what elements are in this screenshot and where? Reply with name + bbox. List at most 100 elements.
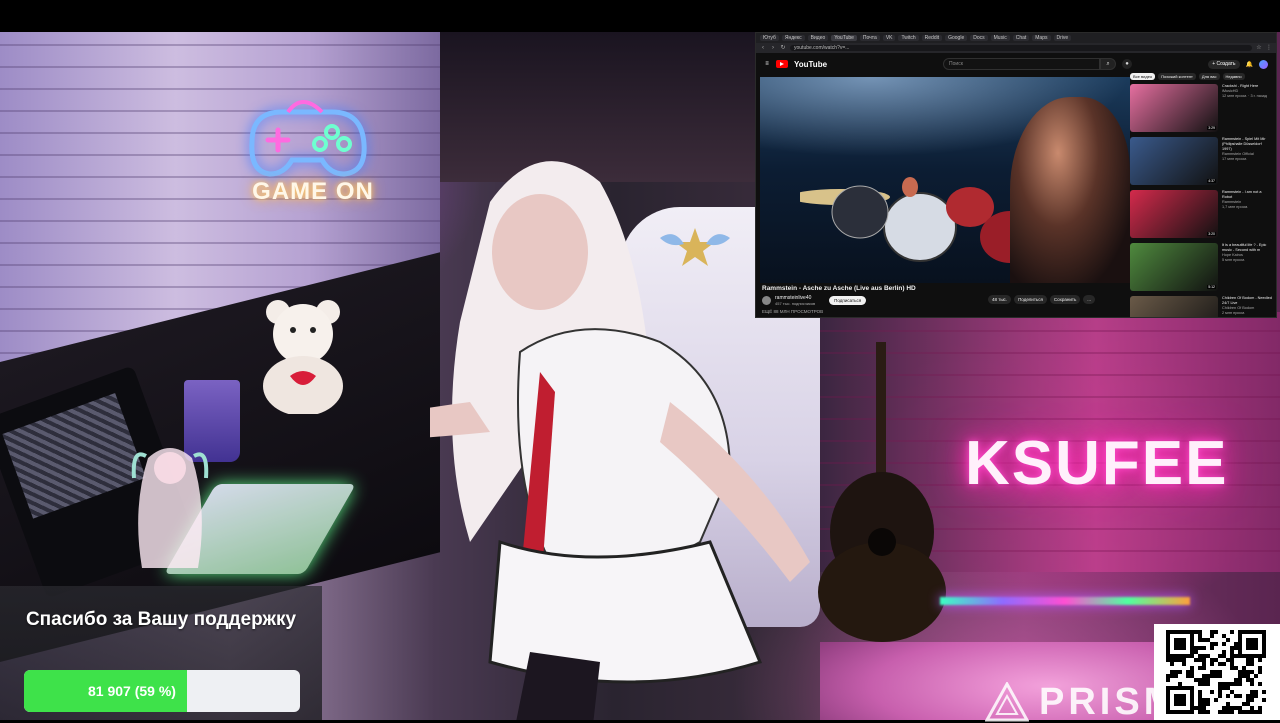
qr-module [1206,698,1210,702]
hamburger-icon[interactable]: ≡ [764,61,770,67]
video-actions: 48 тыс. Поделиться Сохранить... [988,295,1096,304]
qr-module [1234,694,1238,698]
recommendation-thumbnail[interactable]: 3:29 [1130,84,1218,132]
video-player[interactable] [760,77,1130,283]
qr-module [1218,690,1222,694]
back-icon[interactable]: ‹ [760,45,766,51]
recommendation-thumbnail[interactable]: 3:20 [1130,190,1218,238]
filter-chip[interactable]: Для вас [1198,73,1220,80]
recommendation-item[interactable]: 4:37 Rammstein - Spiel Mit Mir (Philipsha… [1130,137,1272,187]
browser-tab[interactable]: Docs [970,35,988,41]
qr-module [1258,666,1262,670]
browser-tab[interactable]: Яндекс [781,35,805,41]
microphone-icon[interactable]: ● [1122,59,1133,69]
url-field[interactable]: youtube.com/watch?v=... [790,45,1252,51]
youtube-logo-text[interactable]: YouTube [794,60,827,69]
qr-module [1206,710,1210,714]
qr-module [1182,662,1186,666]
channel-subscribers: 457 тыс. подписчиков [775,301,816,306]
recommendation-thumbnail[interactable]: 4:37 [1130,137,1218,185]
qr-module [1230,666,1234,670]
qr-module [1206,702,1210,706]
more-actions-button[interactable]: ... [1083,295,1096,304]
recommendation-thumbnail[interactable]: 5:12 [1130,243,1218,291]
menu-icon[interactable]: ⋮ [1266,45,1272,51]
qr-module [1214,642,1218,646]
recommendation-info: It is a beautiful life ? - Epic music - … [1222,243,1272,293]
save-button[interactable]: Сохранить [1049,295,1081,304]
share-button[interactable]: Поделиться [1014,295,1047,304]
prism-triangle-icon [985,682,1029,722]
qr-module [1242,674,1246,678]
qr-module [1202,638,1206,642]
qr-module [1206,678,1210,682]
browser-tab[interactable]: Drive [1053,35,1072,41]
qr-module [1198,630,1202,634]
browser-tab[interactable]: Google [945,35,968,41]
browser-tab[interactable]: VK [882,35,896,41]
channel-avatar[interactable] [762,296,771,305]
qr-module [1210,670,1214,674]
filter-chip[interactable]: Все видео [1130,73,1156,80]
subscribe-button[interactable]: Подписаться [829,296,867,305]
qr-module [1242,666,1246,670]
qr-module [1230,706,1234,710]
browser-tab[interactable]: Reddit [921,35,943,41]
qr-module [1234,682,1238,686]
youtube-logo-icon[interactable] [776,60,788,68]
qr-module [1210,642,1214,646]
star-icon[interactable]: ☆ [1256,45,1262,51]
create-button[interactable]: + Создать [1208,59,1240,69]
teddy-bear-icon [263,300,343,414]
qr-module [1246,702,1250,706]
avatar[interactable] [1259,59,1268,69]
guitar-icon [818,342,946,642]
filter-chip[interactable]: Похожий контент [1158,73,1196,80]
recommendation-thumbnail[interactable]: 4:11 [1130,296,1218,317]
youtube-search-input[interactable]: Поиск [943,58,1101,70]
browser-tab[interactable]: Chat [1012,35,1030,41]
reload-icon[interactable]: ↻ [780,45,786,51]
like-button[interactable]: 48 тыс. [988,295,1012,304]
filter-chip[interactable]: Недавно [1222,73,1245,80]
browser-tab[interactable]: Почта [859,35,880,41]
browser-tab[interactable]: Twitch [898,35,919,41]
qr-module [1250,710,1254,714]
qr-module [1170,670,1174,674]
qr-module [1202,682,1206,686]
qr-module [1254,694,1258,698]
recommendation-title[interactable]: It is a beautiful life ? - Epic music - … [1222,243,1272,253]
search-icon[interactable]: ⌕ [1100,58,1117,70]
browser-tab[interactable]: Music [990,35,1010,41]
qr-module [1186,670,1190,674]
qr-module [1222,642,1226,646]
browser-tab[interactable]: Maps [1032,35,1051,41]
qr-module [1210,690,1214,694]
qr-module [1206,654,1210,658]
qr-module [1198,706,1202,710]
qr-module [1198,702,1202,706]
monitor-screen [2,393,146,519]
recommendation-title[interactable]: Children Of Bodom - Needled 24/7 Live [1222,296,1272,306]
video-title[interactable]: Rammstein - Asche zu Asche (Live aus Ber… [762,285,916,292]
chibi-figure-overlay [131,448,209,568]
qr-module [1202,710,1206,714]
recommendation-title[interactable]: Rammstein - I am not a Robot [1222,190,1272,200]
forward-icon[interactable]: › [770,45,776,51]
description-line[interactable]: ЕЩЁ 88 МЛН ПРОСМОТРОВ [762,309,823,314]
qr-module [1246,710,1250,714]
recommendation-item[interactable]: 5:12 It is a beautiful life ? - Epic musi… [1130,243,1272,293]
qr-code-icon[interactable] [1154,624,1280,720]
browser-tab[interactable]: YouTube [831,35,857,41]
browser-tab[interactable]: Видео [807,35,829,41]
recommendation-item[interactable]: 3:20 Rammstein - I am not a Robot Rammstei… [1130,190,1272,240]
qr-module [1222,650,1226,654]
filter-chips: Все видео Похожий контент Для вас Недавно [1130,73,1272,80]
recommendation-item[interactable]: 3:29 Crackshi - Right Here iMusicHD 12 млн … [1130,84,1272,134]
recommendation-item[interactable]: 4:11 Children Of Bodom - Needled 24/7 Liv… [1130,296,1272,317]
qr-module [1202,662,1206,666]
bell-icon[interactable]: 🔔 [1246,61,1253,68]
youtube-header: ≡ YouTube Поиск ⌕ ● + Создать 🔔 [756,53,1276,75]
recommendation-title[interactable]: Rammstein - Spiel Mit Mir (Philipshalle … [1222,137,1272,152]
browser-tab[interactable]: Ютуб [760,35,779,41]
